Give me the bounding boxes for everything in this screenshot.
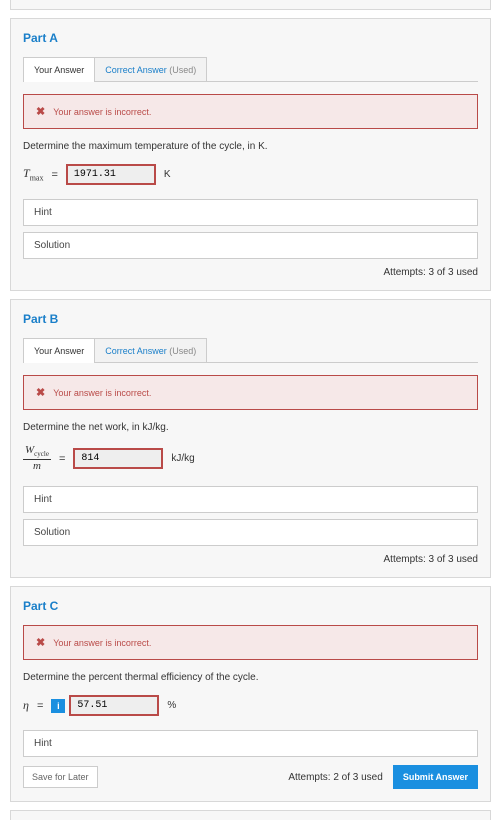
error-banner: ✖ Your answer is incorrect. [23, 625, 478, 660]
submit-answer-button[interactable]: Submit Answer [393, 765, 478, 789]
error-banner: ✖ Your answer is incorrect. [23, 94, 478, 129]
part-b-attempts: Attempts: 3 of 3 used [23, 554, 478, 565]
part-c-answer-row: η = i % [23, 695, 478, 716]
part-a-title: Part A [23, 31, 478, 45]
error-banner: ✖ Your answer is incorrect. [23, 375, 478, 410]
tab-correct-answer-label: Correct Answer [105, 65, 167, 75]
part-b-title: Part B [23, 312, 478, 326]
equals-sign: = [59, 453, 65, 465]
part-b-input[interactable] [73, 448, 163, 469]
part-c-input[interactable] [69, 695, 159, 716]
part-c-title: Part C [23, 599, 478, 613]
error-icon: ✖ [36, 386, 45, 399]
info-icon[interactable]: i [51, 699, 65, 713]
part-b-unit: kJ/kg [171, 453, 194, 464]
part-b-tabs: Your Answer Correct Answer (Used) [23, 338, 478, 363]
part-c-attempts: Attempts: 2 of 3 used [288, 772, 383, 783]
part-c-bottom-row: Save for Later Attempts: 2 of 3 used Sub… [23, 765, 478, 789]
equals-sign: = [37, 700, 43, 712]
part-a-answer-row: Tmax = K [23, 164, 478, 185]
error-text: Your answer is incorrect. [53, 107, 151, 117]
part-b-panel: Part B Your Answer Correct Answer (Used)… [10, 299, 491, 578]
part-c-prompt: Determine the percent thermal efficiency… [23, 672, 478, 683]
tab-your-answer[interactable]: Your Answer [23, 338, 95, 363]
save-for-later-button[interactable]: Save for Later [23, 766, 98, 788]
part-b-answer-row: Wcycle m = kJ/kg [23, 445, 478, 472]
part-a-attempts: Attempts: 3 of 3 used [23, 267, 478, 278]
part-c-unit: % [167, 700, 176, 711]
hint-button[interactable]: Hint [23, 486, 478, 513]
hint-button[interactable]: Hint [23, 199, 478, 226]
hint-button[interactable]: Hint [23, 730, 478, 757]
part-c-body: ✖ Your answer is incorrect. Determine th… [23, 625, 478, 789]
right-action-group: Attempts: 2 of 3 used Submit Answer [288, 765, 478, 789]
tab-used-label: (Used) [167, 346, 197, 356]
panel-top-spacer [10, 0, 491, 10]
error-icon: ✖ [36, 636, 45, 649]
part-a-input[interactable] [66, 164, 156, 185]
part-a-body: ✖ Your answer is incorrect. Determine th… [23, 81, 478, 278]
tab-correct-answer-label: Correct Answer [105, 346, 167, 356]
part-a-prompt: Determine the maximum temperature of the… [23, 141, 478, 152]
error-text: Your answer is incorrect. [53, 388, 151, 398]
part-c-panel: Part C ✖ Your answer is incorrect. Deter… [10, 586, 491, 802]
part-c-variable: η [23, 698, 29, 713]
tab-your-answer[interactable]: Your Answer [23, 57, 95, 82]
tab-used-label: (Used) [167, 65, 197, 75]
solution-button[interactable]: Solution [23, 232, 478, 259]
part-a-tabs: Your Answer Correct Answer (Used) [23, 57, 478, 82]
part-a-variable: Tmax [23, 166, 43, 182]
tab-correct-answer[interactable]: Correct Answer (Used) [94, 57, 207, 82]
error-icon: ✖ [36, 105, 45, 118]
panel-bottom-spacer [10, 810, 491, 820]
tab-correct-answer[interactable]: Correct Answer (Used) [94, 338, 207, 363]
equals-sign: = [51, 169, 57, 181]
part-a-unit: K [164, 169, 171, 180]
part-a-panel: Part A Your Answer Correct Answer (Used)… [10, 18, 491, 291]
part-b-variable: Wcycle m [23, 445, 51, 472]
error-text: Your answer is incorrect. [53, 638, 151, 648]
solution-button[interactable]: Solution [23, 519, 478, 546]
part-b-prompt: Determine the net work, in kJ/kg. [23, 422, 478, 433]
part-b-body: ✖ Your answer is incorrect. Determine th… [23, 362, 478, 565]
